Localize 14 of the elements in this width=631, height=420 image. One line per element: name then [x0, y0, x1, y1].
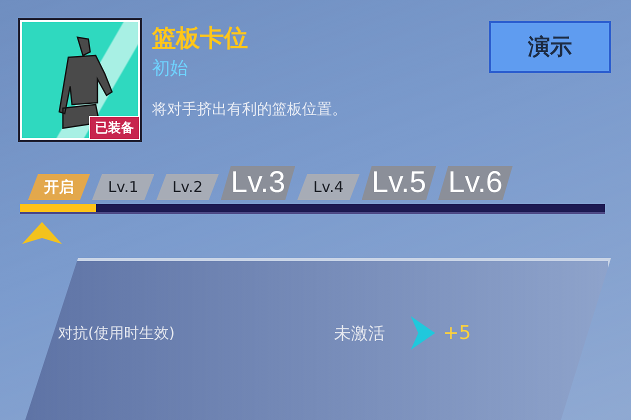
level-tab[interactable]: Lv.4 [297, 174, 360, 200]
level-tab[interactable]: Lv.2 [156, 174, 219, 200]
level-tab[interactable]: Lv.1 [92, 174, 154, 200]
skill-name: 篮板卡位 [152, 23, 249, 54]
effect-name: 对抗(使用时生效) [58, 324, 176, 342]
skill-grade: 初始 [152, 57, 189, 80]
demo-button[interactable]: 演示 [489, 21, 611, 73]
level-tab[interactable]: Lv.3 [220, 166, 296, 200]
effect-status: 未激活 [334, 322, 385, 344]
effect-bonus: +5 [442, 322, 471, 344]
skill-description: 将对手挤出有利的篮板位置。 [152, 100, 348, 119]
equipped-badge: 已装备 [89, 116, 140, 140]
level-tab[interactable]: Lv.6 [438, 166, 513, 200]
level-tab[interactable]: Lv.5 [362, 166, 436, 200]
